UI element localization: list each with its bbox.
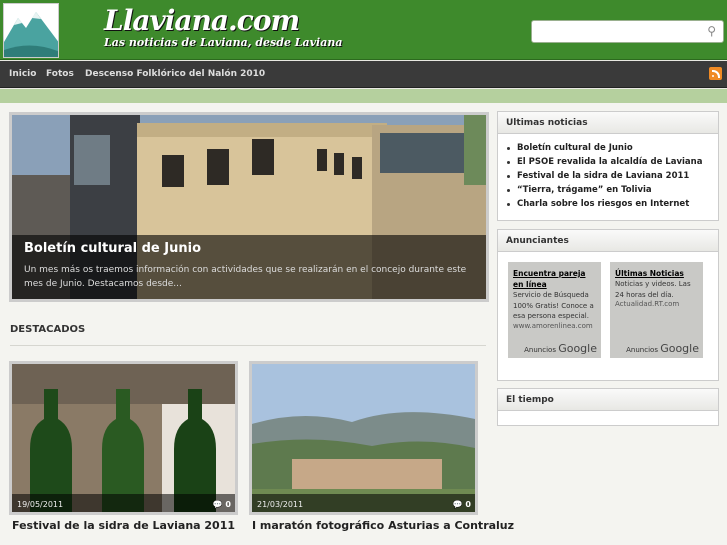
site-title[interactable]: Llaviana.com (104, 4, 300, 37)
mountain-logo-icon (4, 4, 58, 57)
site-logo[interactable] (3, 3, 59, 58)
news-item[interactable]: El PSOE revalida la alcaldía de Laviana (498, 155, 718, 169)
ad-footer-label: Anuncios (626, 346, 658, 354)
google-logo: Google (660, 342, 699, 355)
nav-item-fotos[interactable]: Fotos (46, 69, 74, 79)
search-icon[interactable]: ⚲ (707, 24, 716, 38)
ad-footer[interactable]: Anuncios Google (626, 342, 699, 355)
card-title[interactable]: I maratón fotográfico Asturias a Contral… (252, 519, 514, 532)
ad-url[interactable]: Actualidad.RT.com (615, 300, 698, 308)
main-nav: Inicio Fotos Descenso Folklórico del Nal… (0, 61, 727, 88)
nav-item-inicio[interactable]: Inicio (9, 69, 36, 79)
card-date: 19/05/2011 (17, 500, 64, 509)
comment-count-value: 0 (465, 500, 471, 509)
widget-title: Ultimas noticias (498, 112, 718, 134)
ad-block[interactable]: Encuentra pareja en línea Servicio de Bú… (508, 262, 601, 358)
green-band (0, 89, 727, 103)
ad-title[interactable]: Últimas Noticias (615, 268, 698, 279)
town-landscape-image (252, 364, 475, 512)
card-title[interactable]: Festival de la sidra de Laviana 2011 (12, 519, 235, 532)
news-item[interactable]: Boletín cultural de Junio (498, 141, 718, 155)
news-item[interactable]: Festival de la sidra de Laviana 2011 (498, 169, 718, 183)
ad-block[interactable]: Últimas Noticias Noticias y videos. Las … (610, 262, 703, 358)
google-logo: Google (558, 342, 597, 355)
site-header: Llaviana.com Las noticias de Laviana, de… (0, 0, 727, 60)
latest-news-widget: Ultimas noticias Boletín cultural de Jun… (497, 111, 719, 221)
widget-title: El tiempo (498, 389, 718, 411)
ad-body: Noticias y videos. Las 24 horas del día. (615, 280, 691, 299)
news-list: Boletín cultural de Junio El PSOE revali… (498, 134, 718, 211)
search-input[interactable]: ⚲ (531, 20, 724, 43)
cider-bottles-image (12, 364, 235, 512)
ad-title[interactable]: Encuentra pareja en línea (513, 268, 596, 290)
card-sidra[interactable]: 19/05/2011 💬 0 (9, 361, 238, 515)
comment-count[interactable]: 💬 0 (453, 500, 471, 509)
divider (10, 345, 486, 346)
ad-footer-label: Anuncios (524, 346, 556, 354)
featured-slider[interactable]: Boletín cultural de Junio Un mes más os … (9, 112, 489, 302)
destacados-heading: DESTACADOS (10, 324, 86, 335)
news-item[interactable]: Charla sobre los riesgos en Internet (498, 197, 718, 211)
featured-excerpt: Un mes más os traemos información con ac… (24, 265, 467, 289)
widget-title: Anunciantes (498, 230, 718, 252)
ad-url[interactable]: www.amorenlinea.com (513, 322, 596, 330)
rss-icon[interactable] (709, 67, 722, 80)
ad-body: Servicio de Búsqueda 100% Gratis! Conoce… (513, 291, 594, 320)
comment-count[interactable]: 💬 0 (213, 500, 231, 509)
nav-item-descenso[interactable]: Descenso Folklórico del Nalón 2010 (85, 69, 265, 79)
news-item[interactable]: “Tierra, trágame” en Tolivia (498, 183, 718, 197)
site-tagline: Las noticias de Laviana, desde Laviana (104, 36, 343, 49)
weather-widget: El tiempo (497, 388, 719, 426)
comment-count-value: 0 (225, 500, 231, 509)
ad-footer[interactable]: Anuncios Google (524, 342, 597, 355)
card-maraton[interactable]: 21/03/2011 💬 0 (249, 361, 478, 515)
featured-title[interactable]: Boletín cultural de Junio (24, 241, 201, 256)
featured-caption: Boletín cultural de Junio Un mes más os … (12, 235, 486, 299)
card-date: 21/03/2011 (257, 500, 304, 509)
